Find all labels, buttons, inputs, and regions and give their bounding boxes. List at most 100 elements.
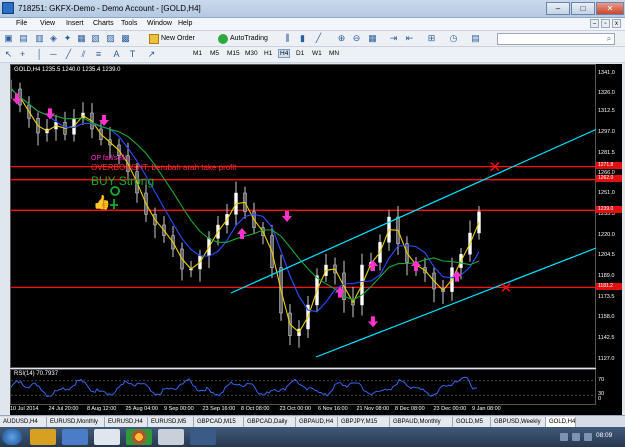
chart-tab[interactable]: EURUSD,M5: [148, 417, 194, 427]
menu-bar: File View Insert Charts Tools Window Hel…: [0, 18, 625, 31]
chart-tab[interactable]: EURUSD,H4: [105, 417, 148, 427]
rsi-label: RSI(14) 70.7937: [14, 371, 59, 377]
arrows-icon[interactable]: ↗: [146, 49, 157, 60]
chart-tab[interactable]: GBPUSD,Weekly: [491, 417, 546, 427]
menu-charts[interactable]: Charts: [93, 20, 114, 27]
mdi-minimize-button[interactable]: –: [590, 19, 599, 28]
candlestick-icon[interactable]: ▮: [297, 33, 308, 44]
app-icon-3[interactable]: [94, 429, 120, 445]
text-label-icon[interactable]: T: [127, 49, 138, 60]
timeframe-m1[interactable]: M1: [193, 50, 202, 57]
annotation-op: OP fail/sell/...: [91, 155, 132, 162]
search-icon[interactable]: ⌕: [603, 34, 615, 44]
flag-icon[interactable]: [584, 433, 592, 441]
timeframe-m15[interactable]: M15: [227, 50, 240, 57]
timeframe-m30[interactable]: M30: [245, 50, 258, 57]
fibonacci-icon[interactable]: ≡: [93, 49, 104, 60]
cursor-icon[interactable]: ↖: [3, 49, 14, 60]
sell-arrow-icon: [282, 211, 292, 222]
horizontal-line-icon[interactable]: ─: [48, 49, 59, 60]
chart-tab[interactable]: GOLD,M5: [453, 417, 491, 427]
chrome-icon[interactable]: [126, 429, 152, 445]
trendline-icon[interactable]: ╱: [63, 49, 74, 60]
price-axis-label: 1127.0: [598, 355, 615, 362]
app-icon-5[interactable]: [158, 429, 184, 445]
explorer-icon[interactable]: [30, 429, 56, 445]
maximize-button[interactable]: □: [571, 2, 595, 15]
navigator-icon[interactable]: ✦: [62, 33, 73, 44]
text-icon[interactable]: A: [111, 49, 122, 60]
profiles-icon[interactable]: ▤: [18, 33, 29, 44]
chart-tab[interactable]: GBPCAD,Daily: [244, 417, 296, 427]
search-input[interactable]: [497, 33, 615, 45]
metatrader-icon[interactable]: [190, 429, 216, 445]
channel-icon[interactable]: ⫽: [78, 49, 89, 60]
timeframe-d1[interactable]: D1: [296, 50, 304, 57]
mdi-restore-button[interactable]: ▫: [601, 19, 610, 28]
crosshair-icon[interactable]: +: [17, 49, 28, 60]
vertical-line-icon[interactable]: │: [34, 49, 45, 60]
rsi-panel[interactable]: RSI(14) 70.7937: [10, 369, 597, 405]
close-button[interactable]: ✕: [596, 2, 624, 15]
price-level-tag: 1239.0: [596, 205, 622, 213]
chart-tab[interactable]: GOLD,H4: [546, 417, 576, 427]
zoom-out-icon[interactable]: ⊖: [351, 33, 362, 44]
menu-insert[interactable]: Insert: [66, 20, 84, 27]
mdi-close-button[interactable]: x: [612, 19, 621, 28]
network-icon[interactable]: [560, 433, 568, 441]
price-chart[interactable]: OP fail/sell/... OVERBOUGHT, berubah arah…: [10, 64, 597, 368]
menu-tools[interactable]: Tools: [121, 20, 137, 27]
autoscroll-icon[interactable]: ⇥: [388, 33, 399, 44]
chart-tab[interactable]: GBPAUD,Monthly: [390, 417, 453, 427]
minimize-button[interactable]: –: [546, 2, 570, 15]
timeframe-m5[interactable]: M5: [210, 50, 219, 57]
sell-arrow-icon: [99, 115, 109, 126]
autotrading-icon: [218, 34, 228, 44]
menu-file[interactable]: File: [16, 20, 27, 27]
terminal-icon[interactable]: ▦: [76, 33, 87, 44]
menu-help[interactable]: Help: [178, 20, 192, 27]
buy-arrow-icon: [368, 260, 378, 271]
time-axis-label: 23 Oct 00:00: [279, 406, 312, 412]
time-axis-label: 21 Nov 08:00: [356, 406, 390, 412]
price-level-tag: 1271.8: [596, 162, 622, 170]
line-studies-toolbar: ↖ + │ ─ ╱ ⫽ ≡ A T ↗ M1 M5 M15 M30 H1 H4 …: [0, 47, 625, 63]
timeframe-h4[interactable]: H4: [278, 49, 291, 58]
bar-chart-icon[interactable]: ⫼: [282, 33, 293, 44]
price-axis-label: 1341.0: [598, 70, 615, 77]
start-button[interactable]: [2, 429, 22, 445]
timeframe-mn[interactable]: MN: [329, 50, 339, 57]
time-axis-label: 8 Aug 12:00: [87, 406, 117, 412]
chart-tab[interactable]: GBPAUD,H4: [296, 417, 338, 427]
chart-tab[interactable]: AUDUSD,H4: [0, 417, 47, 427]
volume-icon[interactable]: [572, 433, 580, 441]
autotrading-button[interactable]: AutoTrading: [218, 33, 268, 45]
chart-shift-icon[interactable]: ⇤: [404, 33, 415, 44]
data-window-icon[interactable]: ◈: [48, 33, 59, 44]
menu-view[interactable]: View: [40, 20, 55, 27]
new-order-button[interactable]: New Order: [149, 33, 195, 45]
price-axis-label: 1297.0: [598, 129, 615, 135]
timeframe-h1[interactable]: H1: [264, 50, 272, 57]
new-chart-icon[interactable]: ▣: [3, 33, 14, 44]
media-icon[interactable]: [62, 429, 88, 445]
app-icon: [2, 2, 14, 14]
thumbs-up-icon: 👍: [93, 194, 110, 211]
timeframe-w1[interactable]: W1: [312, 50, 322, 57]
chart-tab[interactable]: EURUSD,Monthly: [47, 417, 105, 427]
line-chart-icon[interactable]: ╱: [313, 33, 324, 44]
price-axis-label: 1158.0: [598, 314, 615, 321]
options-icon[interactable]: ▨: [105, 33, 116, 44]
tile-windows-icon[interactable]: ▦: [367, 33, 378, 44]
chart-tab[interactable]: GBPJPY,M15: [338, 417, 390, 427]
market-watch-icon[interactable]: ▥: [34, 33, 45, 44]
price-axis-label: 1326.0: [598, 90, 615, 97]
menu-window[interactable]: Window: [147, 20, 172, 27]
indicators-icon[interactable]: ⊞: [426, 33, 437, 44]
zoom-in-icon[interactable]: ⊕: [336, 33, 347, 44]
strategy-tester-icon[interactable]: ▧: [90, 33, 101, 44]
templates-icon[interactable]: ▤: [470, 33, 481, 44]
periods-icon[interactable]: ◷: [448, 33, 459, 44]
history-icon[interactable]: ▩: [120, 33, 131, 44]
chart-tab[interactable]: GBPCAD,M15: [194, 417, 244, 427]
